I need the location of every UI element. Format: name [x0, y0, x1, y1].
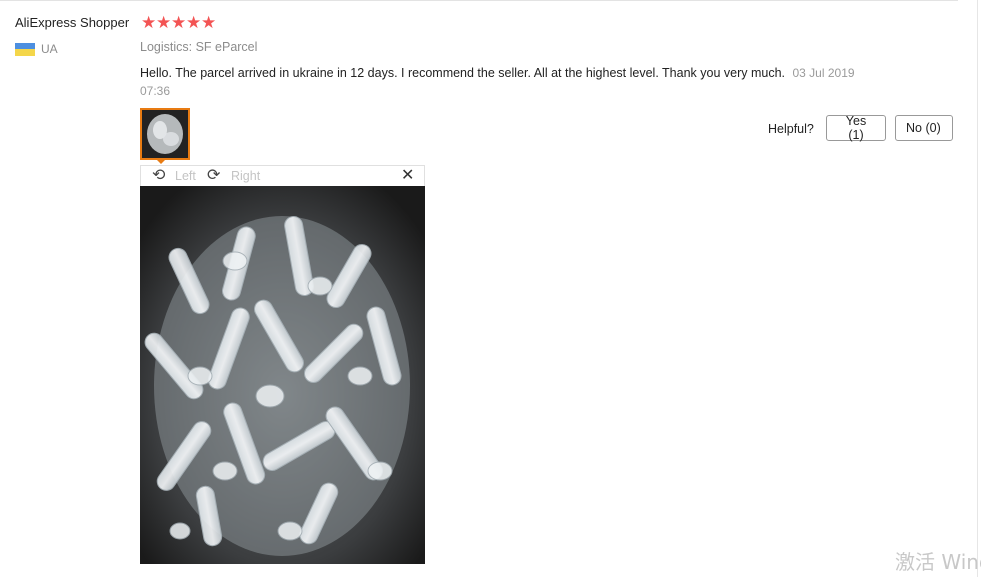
star-rating: ★ ★ ★ ★ ★	[141, 14, 216, 32]
image-viewer-toolbar: ⟲ Left ⟳ Right ✕	[140, 165, 425, 186]
star-icon: ★	[156, 13, 172, 32]
right-divider	[977, 0, 978, 577]
star-icon: ★	[171, 13, 187, 32]
rotate-right-button[interactable]: Right	[231, 169, 260, 183]
star-icon: ★	[186, 13, 202, 32]
review-photo-image	[140, 186, 425, 564]
helpful-yes-button[interactable]: Yes (1)	[826, 114, 886, 142]
review-photo-thumbnail[interactable]	[140, 108, 190, 160]
country-code: UA	[41, 42, 58, 56]
rotate-right-icon[interactable]: ⟳	[207, 167, 220, 185]
reviewer-country: UA	[15, 42, 58, 56]
windows-activation-watermark: 激活 Wind	[895, 550, 981, 574]
ukraine-flag-icon	[15, 42, 35, 56]
photo-thumbnail-image	[142, 110, 188, 158]
logistics-info: Logistics: SF eParcel	[140, 40, 258, 54]
review-photo-large	[140, 186, 425, 564]
thumbnail-pointer	[155, 158, 167, 164]
star-icon: ★	[201, 13, 217, 32]
review-body: Hello. The parcel arrived in ukraine in …	[140, 64, 860, 100]
rotate-left-button[interactable]: Left	[175, 169, 196, 183]
review-text: Hello. The parcel arrived in ukraine in …	[140, 66, 786, 80]
helpful-label: Helpful?	[768, 122, 814, 136]
top-divider	[0, 0, 958, 1]
star-icon: ★	[141, 13, 157, 32]
rotate-left-icon[interactable]: ⟲	[152, 167, 165, 185]
close-icon[interactable]: ✕	[401, 167, 414, 185]
reviewer-name: AliExpress Shopper	[15, 15, 130, 30]
helpful-no-button[interactable]: No (0)	[895, 115, 953, 141]
